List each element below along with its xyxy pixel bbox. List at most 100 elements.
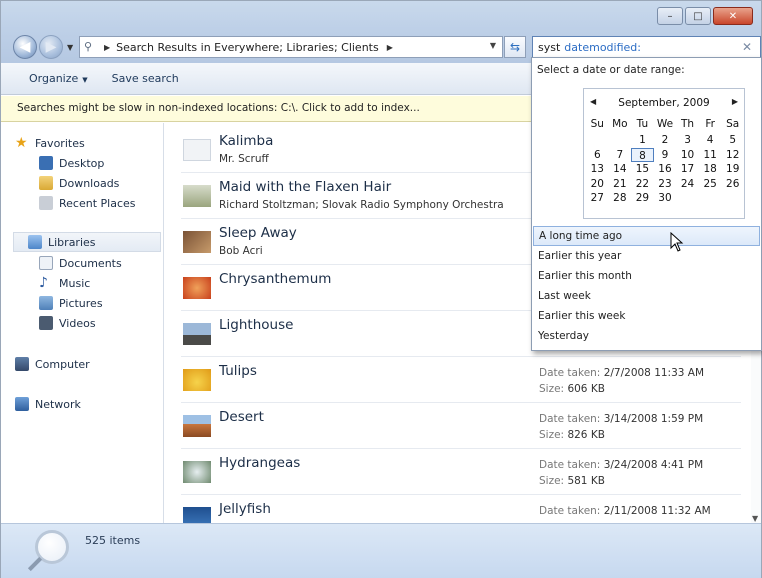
date-range-options: A long time ago Earlier this year Earlier … — [533, 226, 760, 346]
album-art-thumbnail — [183, 139, 211, 161]
calendar-day[interactable]: 1 — [631, 133, 654, 148]
sidebar-item-videos[interactable]: Videos — [39, 313, 96, 333]
date-range-option[interactable]: A long time ago — [533, 226, 760, 246]
calendar-day[interactable]: 7 — [609, 148, 632, 163]
calendar-day[interactable]: 6 — [586, 148, 609, 163]
date-range-option[interactable]: Earlier this month — [533, 266, 760, 286]
sidebar-item-pictures[interactable]: Pictures — [39, 293, 103, 313]
title-bar: – □ ✕ ◀ ▶ ▼ ⚲ ▶ Search Results in Everyw… — [1, 1, 761, 63]
address-dropdown-icon[interactable]: ▼ — [490, 41, 496, 50]
size-value: 606 KB — [567, 383, 605, 395]
recent-pages-dropdown-icon[interactable]: ▼ — [67, 43, 75, 52]
sidebar-item-libraries[interactable]: Libraries — [13, 232, 161, 252]
forward-arrow-icon: ▶ — [45, 39, 57, 55]
date-range-option[interactable]: Last week — [533, 286, 760, 306]
calendar-day[interactable]: 4 — [699, 133, 722, 148]
next-month-icon[interactable]: ▶ — [732, 97, 738, 106]
calendar-month-year[interactable]: September, 2009 — [584, 97, 744, 111]
chevron-down-icon: ▼ — [82, 76, 88, 84]
organize-button[interactable]: Organize ▼ — [29, 72, 88, 85]
date-range-option[interactable]: Earlier this week — [533, 306, 760, 326]
item-title: Maid with the Flaxen Hair — [219, 179, 392, 195]
calendar-day[interactable]: 23 — [654, 177, 677, 192]
size-value: 581 KB — [567, 475, 605, 487]
sidebar-item-documents[interactable]: Documents — [39, 253, 122, 273]
calendar-day[interactable]: 19 — [721, 162, 744, 177]
calendar-day[interactable]: 14 — [609, 162, 632, 177]
sidebar-item-label: Libraries — [48, 235, 96, 249]
recent-places-icon — [39, 196, 53, 210]
item-count: 525 items — [85, 534, 141, 547]
date-taken-value: 2/7/2008 11:33 AM — [603, 367, 705, 379]
calendar-day[interactable]: 2 — [654, 133, 677, 148]
calendar-day[interactable]: 5 — [721, 133, 744, 148]
calendar-day[interactable]: 10 — [676, 148, 699, 163]
documents-icon — [39, 256, 53, 270]
forward-button[interactable]: ▶ — [39, 35, 63, 59]
sidebar-item-music[interactable]: ♪ Music — [39, 273, 90, 293]
scroll-down-icon[interactable]: ▼ — [752, 514, 758, 523]
image-thumbnail — [183, 507, 211, 523]
image-thumbnail — [183, 461, 211, 483]
list-item[interactable]: Hydrangeas Date taken: 3/24/2008 4:41 PM… — [181, 449, 741, 495]
refresh-button[interactable]: ⇆ — [504, 36, 526, 58]
calendar-day[interactable]: 11 — [699, 148, 722, 163]
weekday-label: We — [656, 118, 674, 130]
list-item[interactable]: Jellyfish Date taken: 2/11/2008 11:32 AM — [181, 495, 741, 523]
date-taken-label: Date taken: — [539, 413, 601, 425]
calendar-day[interactable]: 16 — [654, 162, 677, 177]
save-search-button[interactable]: Save search — [112, 72, 179, 85]
calendar-day[interactable]: 12 — [721, 148, 744, 163]
back-button[interactable]: ◀ — [13, 35, 37, 59]
sidebar-item-favorites[interactable]: ★ Favorites — [15, 133, 85, 153]
calendar-day[interactable]: 17 — [676, 162, 699, 177]
calendar-empty-cell — [699, 191, 722, 206]
item-artist: Bob Acri — [219, 245, 263, 257]
breadcrumb-separator-icon[interactable]: ▶ — [387, 43, 393, 52]
sidebar-item-label: Videos — [59, 316, 96, 330]
calendar-day[interactable]: 13 — [586, 162, 609, 177]
calendar-day[interactable]: 9 — [654, 148, 677, 163]
calendar-day[interactable]: 15 — [631, 162, 654, 177]
calendar-day[interactable]: 21 — [609, 177, 632, 192]
date-range-option[interactable]: Earlier this year — [533, 246, 760, 266]
calendar-day[interactable]: 24 — [676, 177, 699, 192]
calendar-day[interactable]: 26 — [721, 177, 744, 192]
image-thumbnail — [183, 369, 211, 391]
maximize-button[interactable]: □ — [685, 7, 711, 25]
back-arrow-icon: ◀ — [19, 39, 31, 55]
sidebar-item-computer[interactable]: Computer — [15, 354, 90, 374]
breadcrumb-separator-icon[interactable]: ▶ — [104, 43, 110, 52]
search-input[interactable]: syst datemodified: ✕ — [532, 36, 761, 58]
calendar-day[interactable]: 18 — [699, 162, 722, 177]
sidebar-item-label: Music — [59, 276, 91, 290]
date-range-option[interactable]: Yesterday — [533, 326, 760, 346]
clear-search-icon[interactable]: ✕ — [742, 40, 752, 54]
minimize-button[interactable]: – — [657, 7, 683, 25]
address-bar[interactable]: ⚲ ▶ Search Results in Everywhere; Librar… — [79, 36, 503, 58]
list-item[interactable]: Desert Date taken: 3/14/2008 1:59 PM Siz… — [181, 403, 741, 449]
sidebar-item-downloads[interactable]: Downloads — [39, 173, 119, 193]
list-item[interactable]: Tulips Date taken: 2/7/2008 11:33 AM Siz… — [181, 357, 741, 403]
close-button[interactable]: ✕ — [713, 7, 753, 25]
network-icon — [15, 397, 29, 411]
calendar-day[interactable]: 25 — [699, 177, 722, 192]
item-artist: Richard Stoltzman; Slovak Radio Symphony… — [219, 199, 504, 211]
calendar-day[interactable]: 28 — [609, 191, 632, 206]
calendar-day[interactable]: 20 — [586, 177, 609, 192]
calendar-day[interactable]: 3 — [676, 133, 699, 148]
date-taken-value: 2/11/2008 11:32 AM — [603, 505, 711, 517]
window-controls: – □ ✕ — [657, 7, 753, 25]
calendar-day[interactable]: 29 — [631, 191, 654, 206]
calendar-day[interactable]: 22 — [631, 177, 654, 192]
sidebar-item-network[interactable]: Network — [15, 394, 81, 414]
item-date-taken: Date taken: 3/24/2008 4:41 PM — [539, 459, 703, 471]
sidebar-item-recent-places[interactable]: Recent Places — [39, 193, 136, 213]
date-modified-dropdown: Select a date or date range: ◀ September… — [531, 57, 762, 351]
calendar-day[interactable]: 8 — [631, 147, 654, 162]
refresh-icon: ⇆ — [509, 40, 521, 54]
sidebar-item-desktop[interactable]: Desktop — [39, 153, 104, 173]
calendar-day[interactable]: 27 — [586, 191, 609, 206]
calendar-day[interactable]: 30 — [654, 191, 677, 206]
breadcrumb-search-results[interactable]: Search Results in Everywhere; Libraries;… — [116, 41, 379, 54]
